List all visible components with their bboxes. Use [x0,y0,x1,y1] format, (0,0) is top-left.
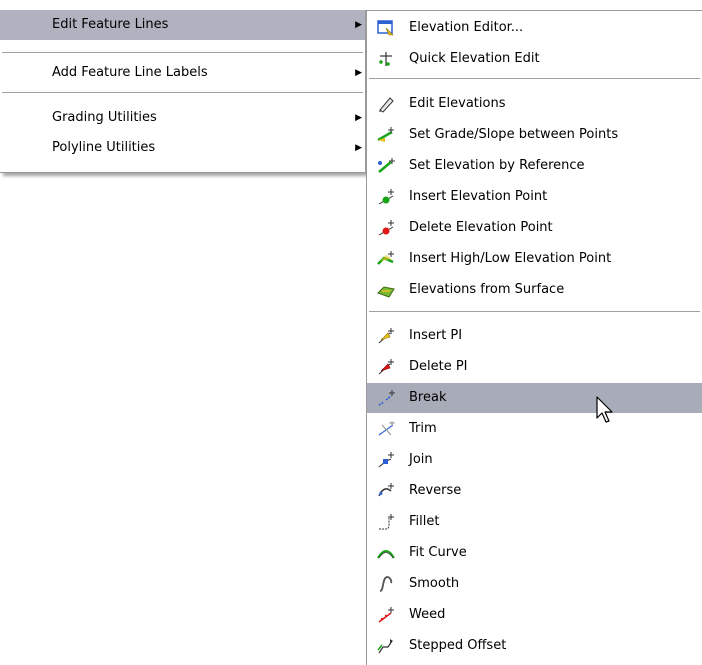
menu-separator [369,311,700,313]
menu-item-label: Elevation Editor... [409,20,524,35]
fit-curve-icon [376,544,396,562]
menu-item-set-elevation-by-reference[interactable]: Set Elevation by Reference [367,151,702,181]
menu-item-smooth[interactable]: Smooth [367,569,702,599]
menu-separator [2,52,363,54]
menu-item-break[interactable]: Break [367,383,702,413]
menu-item-label: Reverse [409,483,462,498]
menu-item-insert-high-low-elevation-point[interactable]: Insert High/Low Elevation Point [367,244,702,274]
menu-item-label: Stepped Offset [409,638,507,653]
menu-item-label: Quick Elevation Edit [409,51,540,66]
menu-item-label: Break [409,390,447,405]
break-icon [376,389,396,407]
menu-item-label: Weed [409,607,446,622]
menu-separator [369,78,700,80]
menu-item-label: Smooth [409,576,460,591]
pencil-icon [376,95,396,113]
submenu-arrow-icon: ▶ [355,113,362,123]
menu-item-label: Grading Utilities [52,110,157,125]
menu-item-insert-pi[interactable]: Insert PI [367,321,702,351]
submenu-arrow-icon: ▶ [355,68,362,78]
menu-item-label: Add Feature Line Labels [52,65,208,80]
menu-item-edit-feature-lines[interactable]: Edit Feature Lines ▶ [0,10,365,40]
menu-item-set-grade-slope[interactable]: Set Grade/Slope between Points [367,120,702,150]
reverse-icon [376,482,396,500]
menu-item-insert-elevation-point[interactable]: Insert Elevation Point [367,182,702,212]
menu-item-polyline-utilities[interactable]: Polyline Utilities ▶ [0,133,365,163]
menu-item-label: Edit Elevations [409,96,506,111]
insert-elevation-point-icon [376,188,396,206]
menu-item-grading-utilities[interactable]: Grading Utilities ▶ [0,103,365,133]
menu-item-label: Fit Curve [409,545,467,560]
join-icon [376,451,396,469]
set-grade-slope-icon [376,126,396,144]
edit-feature-lines-submenu: Elevation Editor... Quick Elevation Edit… [366,10,702,665]
menu-item-delete-pi[interactable]: Delete PI [367,352,702,382]
feature-line-context-menu: Edit Feature Lines ▶ Add Feature Line La… [0,10,366,173]
menu-item-weed[interactable]: Weed [367,600,702,630]
menu-item-edit-elevations[interactable]: Edit Elevations [367,89,702,119]
menu-item-label: Polyline Utilities [52,140,156,155]
menu-item-label: Trim [409,421,437,436]
elevation-editor-icon [376,19,396,37]
weed-icon [376,606,396,624]
menu-item-label: Insert Elevation Point [409,189,548,204]
menu-item-join[interactable]: Join [367,445,702,475]
menu-item-elevations-from-surface[interactable]: Elevations from Surface [367,275,702,305]
menu-item-stepped-offset[interactable]: Stepped Offset [367,631,702,661]
elevations-from-surface-icon [376,281,396,299]
menu-item-label: Fillet [409,514,440,529]
menu-item-label: Insert High/Low Elevation Point [409,251,612,266]
menu-item-trim[interactable]: Trim [367,414,702,444]
menu-item-elevation-editor[interactable]: Elevation Editor... [367,13,702,43]
menu-item-fit-curve[interactable]: Fit Curve [367,538,702,568]
menu-item-label: Set Elevation by Reference [409,158,585,173]
insert-high-low-point-icon [376,250,396,268]
stepped-offset-icon [376,637,396,655]
smooth-icon [376,575,396,593]
menu-item-delete-elevation-point[interactable]: Delete Elevation Point [367,213,702,243]
mouse-cursor-icon [596,396,616,428]
menu-item-label: Edit Feature Lines [52,17,169,32]
menu-item-quick-elevation-edit[interactable]: Quick Elevation Edit [367,44,702,74]
menu-item-label: Delete Elevation Point [409,220,553,235]
submenu-arrow-icon: ▶ [355,20,362,30]
submenu-arrow-icon: ▶ [355,143,362,153]
delete-elevation-point-icon [376,219,396,237]
menu-item-label: Elevations from Surface [409,282,565,297]
delete-pi-icon [376,358,396,376]
menu-item-label: Set Grade/Slope between Points [409,127,619,142]
menu-separator [2,92,363,94]
menu-item-fillet[interactable]: Fillet [367,507,702,537]
menu-item-add-feature-line-labels[interactable]: Add Feature Line Labels ▶ [0,58,365,88]
menu-item-reverse[interactable]: Reverse [367,476,702,506]
menu-item-label: Delete PI [409,359,468,374]
menu-item-label: Join [409,452,433,467]
quick-elevation-edit-icon [376,50,396,68]
insert-pi-icon [376,327,396,345]
set-elevation-reference-icon [376,157,396,175]
menu-item-label: Insert PI [409,328,463,343]
trim-icon [376,420,396,438]
fillet-icon [376,513,396,531]
